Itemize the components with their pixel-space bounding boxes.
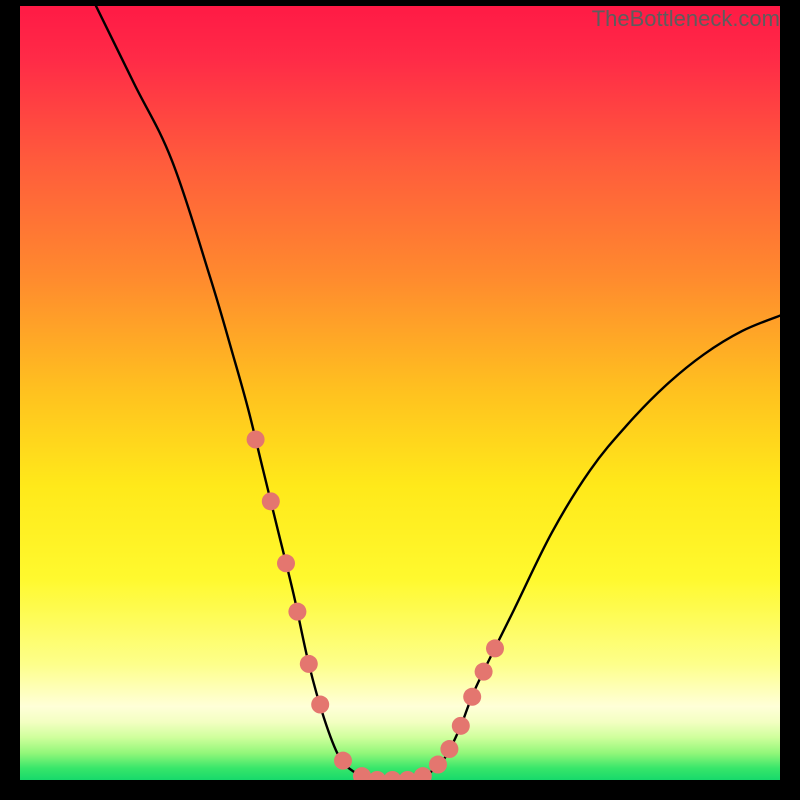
outer-frame: TheBottleneck.com [0,0,800,800]
curve-marker [277,554,295,572]
curve-marker [475,663,493,681]
curve-marker [414,767,432,780]
curve-marker [300,655,318,673]
curve-marker [368,771,386,780]
plot-area [20,6,780,780]
watermark-text: TheBottleneck.com [592,6,780,32]
bottleneck-curve [96,6,780,780]
curve-marker [463,688,481,706]
curve-marker [247,430,265,448]
curve-marker [486,639,504,657]
chart-curve-layer [20,6,780,780]
curve-marker [311,696,329,714]
curve-marker [353,767,371,780]
curve-marker [288,603,306,621]
curve-marker [452,717,470,735]
curve-marker [334,752,352,770]
curve-marker [440,740,458,758]
curve-marker [262,492,280,510]
curve-markers [247,430,504,780]
curve-marker [429,756,447,774]
curve-marker [383,771,401,780]
